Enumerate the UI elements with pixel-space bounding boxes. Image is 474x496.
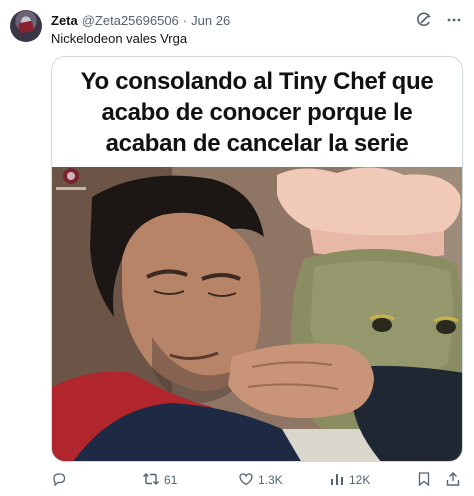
like-button[interactable]: 1.3K [238,471,283,489]
grok-icon[interactable] [414,10,434,30]
tweet-header: Zeta @Zeta25696506 · Jun 26 [51,12,230,28]
repost-button[interactable]: 61 [142,471,177,489]
heart-icon [238,471,254,490]
tweet-date[interactable]: Jun 26 [191,13,230,28]
watermark-logo [56,168,86,190]
action-bar: 61 1.3K 12K [51,471,463,489]
meme-caption: Yo consolando al Tiny Chef que acabo de … [80,67,434,157]
bookmark-button[interactable] [417,471,431,489]
tweet-top-actions [414,10,464,30]
avatar[interactable] [10,10,42,42]
reply-button[interactable] [51,471,67,489]
views-icon [329,471,345,490]
share-button[interactable] [445,471,461,489]
repost-icon [142,471,160,490]
meme-illustration [52,167,462,461]
tweet-media[interactable]: Yo consolando al Tiny Chef que acabo de … [51,56,463,462]
tweet-text: Nickelodeon vales Vrga [51,31,188,46]
author-handle[interactable]: @Zeta25696506 [82,13,179,28]
like-count: 1.3K [258,473,283,487]
share-icon [445,471,461,490]
bookmark-icon [417,471,431,490]
reply-icon [51,471,67,490]
avatar-emblem [18,20,34,34]
views-count: 12K [349,473,371,487]
views-button[interactable]: 12K [329,471,370,489]
author-name[interactable]: Zeta [51,13,78,28]
repost-count: 61 [164,473,178,487]
tweet[interactable]: Zeta @Zeta25696506 · Jun 26 Nickelodeon … [0,0,474,496]
separator-dot: · [182,12,188,28]
more-options-icon[interactable] [444,10,464,30]
meme-photo[interactable] [52,167,462,461]
